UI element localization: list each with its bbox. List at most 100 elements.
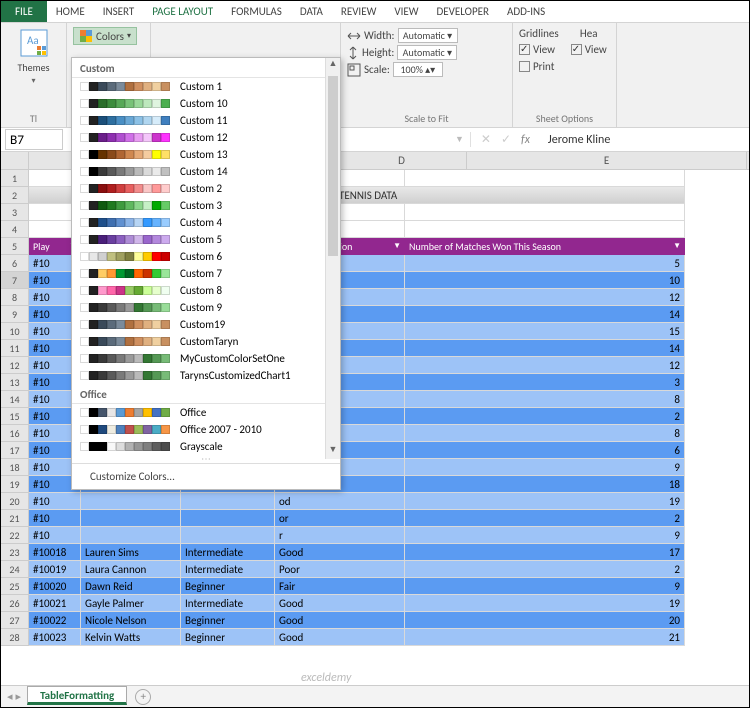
row-header[interactable]: 12 — [1, 357, 29, 374]
headings-view-check[interactable] — [571, 44, 582, 55]
sheet-nav-prev[interactable]: ▸ — [16, 690, 22, 703]
color-theme-item[interactable]: Custom 12 — [72, 129, 340, 146]
cell: 2 — [405, 408, 685, 425]
color-theme-item[interactable]: Office 2007 - 2010 — [72, 421, 340, 438]
tab-developer[interactable]: DEVELOPER — [428, 1, 498, 22]
color-theme-item[interactable]: Custom 14 — [72, 163, 340, 180]
color-theme-item[interactable]: Custom 10 — [72, 95, 340, 112]
row-header[interactable]: 27 — [1, 612, 29, 629]
cell: r — [275, 527, 405, 544]
cell: #10022 — [29, 612, 81, 629]
formula-value[interactable]: Jerome Kline — [540, 133, 610, 147]
height-select[interactable]: Automatic ▾ — [397, 45, 457, 60]
row-header[interactable]: 10 — [1, 323, 29, 340]
name-box[interactable] — [5, 129, 63, 150]
color-theme-item[interactable]: TarynsCustomizedChart1 — [72, 367, 340, 384]
dd-section-office: Office — [72, 384, 340, 404]
cell: 9 — [405, 578, 685, 595]
tab-formulas[interactable]: FORMULAS — [222, 1, 291, 22]
enter-icon[interactable]: ✓ — [501, 132, 511, 147]
color-theme-item[interactable]: MyCustomColorSetOne — [72, 350, 340, 367]
cell: #10021 — [29, 595, 81, 612]
tab-home[interactable]: HOME — [47, 1, 94, 22]
gridlines-print-check[interactable] — [519, 61, 530, 72]
group-themes-title: Tl — [7, 112, 60, 125]
row-header[interactable]: 2 — [1, 187, 29, 204]
row-header[interactable]: 23 — [1, 544, 29, 561]
row-header[interactable]: 28 — [1, 629, 29, 646]
th-matches[interactable]: Number of Matches Won This Season▼ — [405, 238, 685, 255]
scroll-thumb[interactable] — [328, 76, 338, 256]
theme-label: Custom 10 — [180, 97, 228, 110]
row-header[interactable]: 24 — [1, 561, 29, 578]
color-theme-item[interactable]: Custom 1 — [72, 78, 340, 95]
color-theme-item[interactable]: Custom 6 — [72, 248, 340, 265]
row-header[interactable]: 9 — [1, 306, 29, 323]
theme-label: Custom 7 — [180, 267, 222, 280]
color-theme-item[interactable]: CustomTaryn — [72, 333, 340, 350]
tab-addins[interactable]: ADD-INS — [498, 1, 554, 22]
row-header[interactable]: 14 — [1, 391, 29, 408]
row-header[interactable]: 5 — [1, 238, 29, 255]
cell: #10023 — [29, 629, 81, 646]
fx-icon[interactable]: fx — [521, 133, 530, 147]
theme-label: Custom 6 — [180, 250, 222, 263]
col-header-d[interactable]: D — [337, 152, 467, 169]
tab-insert[interactable]: INSERT — [94, 1, 144, 22]
color-theme-item[interactable]: Custom 13 — [72, 146, 340, 163]
row-header[interactable]: 7 — [1, 272, 29, 289]
color-theme-item[interactable]: Custom 3 — [72, 197, 340, 214]
cell: Lauren Sims — [81, 544, 181, 561]
row-header[interactable]: 15 — [1, 408, 29, 425]
dd-scrollbar[interactable]: ▲ ▼ — [325, 58, 340, 459]
color-theme-item[interactable]: Custom 11 — [72, 112, 340, 129]
row-header[interactable]: 18 — [1, 459, 29, 476]
tab-review[interactable]: REVIEW — [332, 1, 386, 22]
row-header[interactable]: 22 — [1, 527, 29, 544]
cancel-icon[interactable]: ✕ — [481, 132, 491, 147]
row-header[interactable]: 3 — [1, 204, 29, 221]
row-header[interactable]: 4 — [1, 221, 29, 238]
color-theme-item[interactable]: Custom 2 — [72, 180, 340, 197]
col-header-e[interactable]: E — [467, 152, 747, 169]
row-header[interactable]: 16 — [1, 425, 29, 442]
color-theme-item[interactable]: Custom 4 — [72, 214, 340, 231]
scroll-down-icon[interactable]: ▼ — [326, 444, 340, 459]
tab-file[interactable]: FILE — [1, 1, 47, 22]
sheet-nav-first[interactable]: ◂ — [7, 690, 13, 703]
themes-button[interactable]: Aa Themes ▾ — [18, 27, 50, 86]
sheet-tab-active[interactable]: TableFormatting — [27, 686, 127, 705]
scroll-up-icon[interactable]: ▲ — [326, 58, 340, 73]
cell: 14 — [405, 340, 685, 357]
scale-input[interactable]: 100% ▴▾ — [393, 62, 443, 77]
tab-page-layout[interactable]: PAGE LAYOUT — [143, 1, 222, 22]
theme-label: Custom 13 — [180, 148, 228, 161]
tab-view[interactable]: VIEW — [385, 1, 427, 22]
row-header[interactable]: 6 — [1, 255, 29, 272]
row-header[interactable]: 25 — [1, 578, 29, 595]
row-header[interactable]: 20 — [1, 493, 29, 510]
ribbon-tab-strip: FILE HOME INSERT PAGE LAYOUT FORMULAS DA… — [1, 1, 749, 23]
width-select[interactable]: Automatic ▾ — [398, 28, 458, 43]
row-header[interactable]: 17 — [1, 442, 29, 459]
tab-data[interactable]: DATA — [291, 1, 332, 22]
cell: 15 — [405, 323, 685, 340]
customize-colors-item[interactable]: Customize Colors... — [72, 463, 340, 489]
color-theme-item[interactable]: Custom 9 — [72, 299, 340, 316]
gridlines-view-check[interactable] — [519, 44, 530, 55]
row-header[interactable]: 11 — [1, 340, 29, 357]
color-theme-item[interactable]: Office — [72, 404, 340, 421]
row-header[interactable]: 1 — [1, 170, 29, 187]
cell: Good — [275, 544, 405, 561]
row-header[interactable]: 8 — [1, 289, 29, 306]
add-sheet-button[interactable]: + — [135, 689, 151, 705]
row-header[interactable]: 13 — [1, 374, 29, 391]
row-header[interactable]: 26 — [1, 595, 29, 612]
color-theme-item[interactable]: Custom 7 — [72, 265, 340, 282]
colors-button[interactable]: Colors ▾ — [73, 27, 137, 45]
row-header[interactable]: 19 — [1, 476, 29, 493]
row-header[interactable]: 21 — [1, 510, 29, 527]
color-theme-item[interactable]: Custom 8 — [72, 282, 340, 299]
color-theme-item[interactable]: Custom19 — [72, 316, 340, 333]
color-theme-item[interactable]: Custom 5 — [72, 231, 340, 248]
